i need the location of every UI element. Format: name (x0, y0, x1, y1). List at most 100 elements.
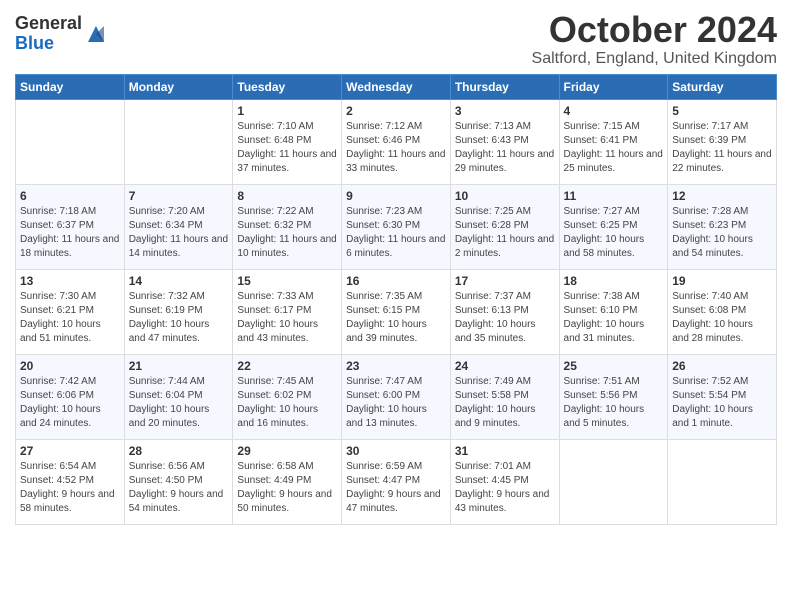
day-info: Sunrise: 7:25 AM Sunset: 6:28 PM Dayligh… (455, 205, 555, 261)
day-number: 13 (20, 274, 120, 288)
day-info: Sunrise: 7:51 AM Sunset: 5:56 PM Dayligh… (564, 375, 664, 431)
day-number: 17 (455, 274, 555, 288)
day-info: Sunrise: 7:32 AM Sunset: 6:19 PM Dayligh… (129, 290, 229, 346)
calendar-week-row: 6 Sunrise: 7:18 AM Sunset: 6:37 PM Daylig… (16, 184, 777, 269)
header-tuesday: Tuesday (233, 74, 342, 99)
calendar-cell: 2 Sunrise: 7:12 AM Sunset: 6:46 PM Daylig… (342, 99, 451, 184)
day-number: 12 (672, 189, 772, 203)
calendar-table: Sunday Monday Tuesday Wednesday Thursday… (15, 74, 777, 525)
calendar-cell: 5 Sunrise: 7:17 AM Sunset: 6:39 PM Daylig… (668, 99, 777, 184)
calendar-week-row: 20 Sunrise: 7:42 AM Sunset: 6:06 PM Dayli… (16, 354, 777, 439)
day-number: 29 (237, 444, 337, 458)
day-info: Sunrise: 7:37 AM Sunset: 6:13 PM Dayligh… (455, 290, 555, 346)
calendar-week-row: 13 Sunrise: 7:30 AM Sunset: 6:21 PM Dayli… (16, 269, 777, 354)
day-number: 15 (237, 274, 337, 288)
calendar-cell: 23Sunrise: 7:47 AM Sunset: 6:00 PM Dayli… (342, 354, 451, 439)
day-info: Sunrise: 7:17 AM Sunset: 6:39 PM Dayligh… (672, 120, 772, 176)
calendar-cell: 25 Sunrise: 7:51 AM Sunset: 5:56 PM Dayli… (559, 354, 668, 439)
day-info: Sunrise: 7:22 AM Sunset: 6:32 PM Dayligh… (237, 205, 337, 261)
day-info: Sunrise: 7:01 AM Sunset: 4:45 PM Dayligh… (455, 460, 555, 516)
day-info: Sunrise: 7:35 AM Sunset: 6:15 PM Dayligh… (346, 290, 446, 346)
day-info: Sunrise: 7:18 AM Sunset: 6:37 PM Dayligh… (20, 205, 120, 261)
day-info: Sunrise: 7:12 AM Sunset: 6:46 PM Dayligh… (346, 120, 446, 176)
day-number: 27 (20, 444, 120, 458)
day-info: Sunrise: 7:20 AM Sunset: 6:34 PM Dayligh… (129, 205, 229, 261)
calendar-cell: 17 Sunrise: 7:37 AM Sunset: 6:13 PM Dayli… (450, 269, 559, 354)
day-info: Sunrise: 7:28 AM Sunset: 6:23 PM Dayligh… (672, 205, 772, 261)
calendar-cell: 15 Sunrise: 7:33 AM Sunset: 6:17 PM Dayli… (233, 269, 342, 354)
calendar-cell: 1 Sunrise: 7:10 AM Sunset: 6:48 PM Daylig… (233, 99, 342, 184)
day-number: 20 (20, 359, 120, 373)
header-sunday: Sunday (16, 74, 125, 99)
calendar-cell: 19 Sunrise: 7:40 AM Sunset: 6:08 PM Dayli… (668, 269, 777, 354)
day-number: 16 (346, 274, 446, 288)
calendar-cell: 3Sunrise: 7:13 AM Sunset: 6:43 PM Daylig… (450, 99, 559, 184)
day-number: 31 (455, 444, 555, 458)
calendar-cell (124, 99, 233, 184)
calendar-cell: 12 Sunrise: 7:28 AM Sunset: 6:23 PM Dayli… (668, 184, 777, 269)
calendar-cell: 26 Sunrise: 7:52 AM Sunset: 5:54 PM Dayli… (668, 354, 777, 439)
calendar-cell: 20 Sunrise: 7:42 AM Sunset: 6:06 PM Dayli… (16, 354, 125, 439)
day-info: Sunrise: 7:47 AM Sunset: 6:00 PM Dayligh… (346, 375, 446, 431)
calendar-cell (559, 439, 668, 524)
calendar-cell: 7 Sunrise: 7:20 AM Sunset: 6:34 PM Daylig… (124, 184, 233, 269)
day-number: 7 (129, 189, 229, 203)
day-info: Sunrise: 7:30 AM Sunset: 6:21 PM Dayligh… (20, 290, 120, 346)
day-number: 11 (564, 189, 664, 203)
logo-general-text: General (15, 14, 82, 34)
day-info: Sunrise: 7:52 AM Sunset: 5:54 PM Dayligh… (672, 375, 772, 431)
day-info: Sunrise: 7:45 AM Sunset: 6:02 PM Dayligh… (237, 375, 337, 431)
day-info: Sunrise: 7:33 AM Sunset: 6:17 PM Dayligh… (237, 290, 337, 346)
calendar-cell: 18 Sunrise: 7:38 AM Sunset: 6:10 PM Dayli… (559, 269, 668, 354)
day-info: Sunrise: 7:15 AM Sunset: 6:41 PM Dayligh… (564, 120, 664, 176)
days-header-row: Sunday Monday Tuesday Wednesday Thursday… (16, 74, 777, 99)
month-title: October 2024 (532, 10, 777, 50)
calendar-cell: 24 Sunrise: 7:49 AM Sunset: 5:58 PM Dayli… (450, 354, 559, 439)
day-number: 14 (129, 274, 229, 288)
calendar-cell (668, 439, 777, 524)
day-number: 8 (237, 189, 337, 203)
calendar-week-row: 27Sunrise: 6:54 AM Sunset: 4:52 PM Dayli… (16, 439, 777, 524)
calendar-cell: 21 Sunrise: 7:44 AM Sunset: 6:04 PM Dayli… (124, 354, 233, 439)
header-saturday: Saturday (668, 74, 777, 99)
day-info: Sunrise: 7:49 AM Sunset: 5:58 PM Dayligh… (455, 375, 555, 431)
day-number: 1 (237, 104, 337, 118)
header-thursday: Thursday (450, 74, 559, 99)
calendar-cell: 27Sunrise: 6:54 AM Sunset: 4:52 PM Dayli… (16, 439, 125, 524)
logo-icon (84, 22, 108, 46)
day-info: Sunrise: 7:42 AM Sunset: 6:06 PM Dayligh… (20, 375, 120, 431)
header-wednesday: Wednesday (342, 74, 451, 99)
day-info: Sunrise: 7:10 AM Sunset: 6:48 PM Dayligh… (237, 120, 337, 176)
calendar-cell: 22 Sunrise: 7:45 AM Sunset: 6:02 PM Dayli… (233, 354, 342, 439)
day-number: 6 (20, 189, 120, 203)
day-info: Sunrise: 7:40 AM Sunset: 6:08 PM Dayligh… (672, 290, 772, 346)
day-number: 18 (564, 274, 664, 288)
day-number: 19 (672, 274, 772, 288)
calendar-cell: 11 Sunrise: 7:27 AM Sunset: 6:25 PM Dayli… (559, 184, 668, 269)
header-friday: Friday (559, 74, 668, 99)
calendar-cell: 9Sunrise: 7:23 AM Sunset: 6:30 PM Daylig… (342, 184, 451, 269)
day-info: Sunrise: 7:27 AM Sunset: 6:25 PM Dayligh… (564, 205, 664, 261)
day-info: Sunrise: 7:44 AM Sunset: 6:04 PM Dayligh… (129, 375, 229, 431)
day-info: Sunrise: 7:38 AM Sunset: 6:10 PM Dayligh… (564, 290, 664, 346)
calendar-cell: 6 Sunrise: 7:18 AM Sunset: 6:37 PM Daylig… (16, 184, 125, 269)
day-number: 21 (129, 359, 229, 373)
calendar-cell: 28 Sunrise: 6:56 AM Sunset: 4:50 PM Dayli… (124, 439, 233, 524)
calendar-cell: 30Sunrise: 6:59 AM Sunset: 4:47 PM Dayli… (342, 439, 451, 524)
day-info: Sunrise: 7:23 AM Sunset: 6:30 PM Dayligh… (346, 205, 446, 261)
day-number: 26 (672, 359, 772, 373)
day-info: Sunrise: 7:13 AM Sunset: 6:43 PM Dayligh… (455, 120, 555, 176)
day-number: 2 (346, 104, 446, 118)
calendar-cell: 13 Sunrise: 7:30 AM Sunset: 6:21 PM Dayli… (16, 269, 125, 354)
calendar-cell: 10 Sunrise: 7:25 AM Sunset: 6:28 PM Dayli… (450, 184, 559, 269)
logo-blue-text: Blue (15, 34, 82, 54)
header-monday: Monday (124, 74, 233, 99)
day-number: 28 (129, 444, 229, 458)
calendar-cell: 16 Sunrise: 7:35 AM Sunset: 6:15 PM Dayli… (342, 269, 451, 354)
day-number: 5 (672, 104, 772, 118)
day-info: Sunrise: 6:56 AM Sunset: 4:50 PM Dayligh… (129, 460, 229, 516)
day-number: 24 (455, 359, 555, 373)
day-number: 25 (564, 359, 664, 373)
day-number: 22 (237, 359, 337, 373)
day-number: 10 (455, 189, 555, 203)
